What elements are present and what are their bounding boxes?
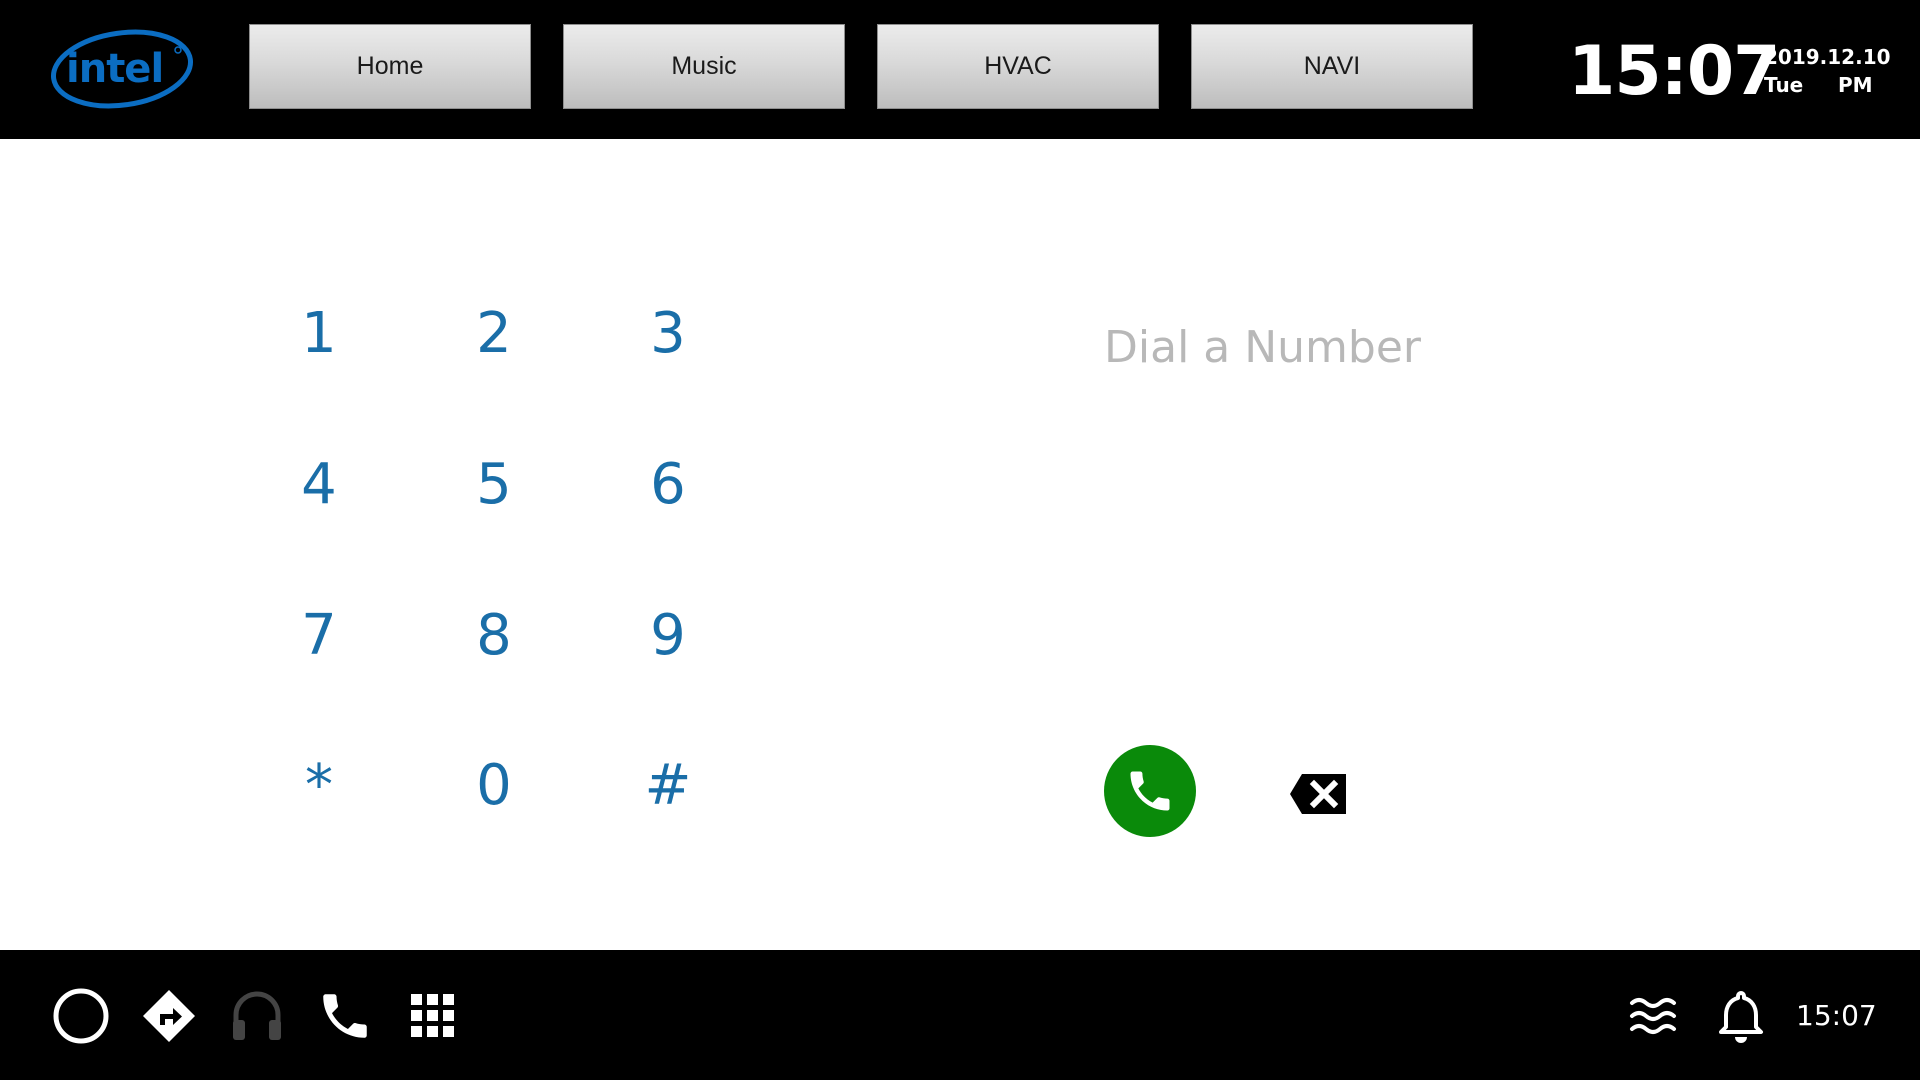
header-ampm: PM [1838,73,1873,97]
key-star[interactable]: * [259,735,379,835]
key-4[interactable]: 4 [259,434,379,534]
headphones-icon[interactable] [228,987,286,1045]
key-7[interactable]: 7 [259,585,379,685]
phone-call-icon [1130,771,1170,811]
key-9[interactable]: 9 [608,585,728,685]
backspace-button[interactable] [1288,770,1350,818]
dial-number-display: Dial a Number [1104,322,1421,373]
backspace-icon [1290,774,1346,814]
header-clock: 15:07 [1568,32,1780,111]
call-button[interactable] [1104,745,1196,837]
home-button[interactable]: Home [249,24,531,109]
intel-logo: intel [50,26,194,110]
notification-bell-icon[interactable] [1712,987,1770,1045]
svg-text:intel: intel [66,46,163,92]
key-5[interactable]: 5 [434,434,554,534]
header-weekday: Tue [1764,73,1804,97]
key-hash[interactable]: # [608,735,728,835]
key-1[interactable]: 1 [259,283,379,383]
apps-grid-icon[interactable] [404,987,462,1045]
navi-button[interactable]: NAVI [1191,24,1473,109]
header-date: 2019.12.10 [1764,45,1891,69]
phone-icon[interactable] [316,987,374,1045]
home-circle-icon[interactable] [52,987,110,1045]
key-6[interactable]: 6 [608,434,728,534]
hvac-waves-icon[interactable] [1624,987,1682,1045]
music-button[interactable]: Music [563,24,845,109]
key-2[interactable]: 2 [434,283,554,383]
key-0[interactable]: 0 [434,735,554,835]
key-8[interactable]: 8 [434,585,554,685]
top-bar: intel Home Music HVAC NAVI 15:07 2019.12… [0,0,1920,139]
bottom-bar: 15:07 [0,950,1920,1080]
key-3[interactable]: 3 [608,283,728,383]
directions-icon[interactable] [140,987,198,1045]
bottom-clock: 15:07 [1796,999,1877,1032]
hvac-button[interactable]: HVAC [877,24,1159,109]
